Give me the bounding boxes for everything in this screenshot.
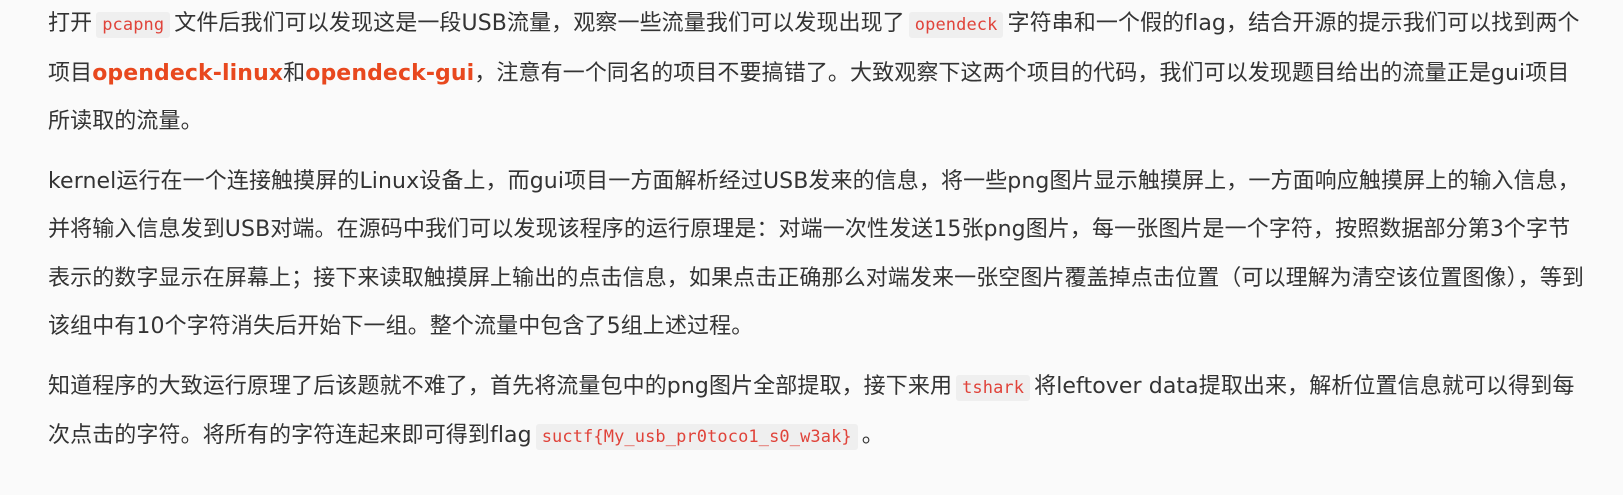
paragraph-1: 打开 pcapng 文件后我们可以发现这是一段USB流量，观察一些流量我们可以发现出… (48, 0, 1588, 147)
p1-text-1: 打开 (48, 11, 93, 36)
paragraph-3: 知道程序的大致运行原理了后该题就不难了，首先将流量包中的png图片全部提取，接下… (48, 363, 1588, 462)
paragraph-2: kernel运行在一个连接触摸屏的Linux设备上，而gui项目一方面解析经过U… (48, 158, 1588, 352)
p2-text: kernel运行在一个连接触摸屏的Linux设备上，而gui项目一方面解析经过U… (48, 168, 1585, 340)
inline-code-tshark: tshark (956, 374, 1031, 401)
p3-text-3: 。 (861, 423, 884, 448)
p1-text-2: 文件后我们可以发现这是一段USB流量，观察一些流量我们可以发现出现了 (174, 11, 905, 36)
inline-code-pcapng: pcapng (96, 12, 171, 38)
link-opendeck-gui[interactable]: opendeck-gui (305, 61, 474, 86)
inline-code-flag: suctf{My_usb_pr0toco1_s0_w3ak} (535, 424, 858, 450)
article-body: 打开 pcapng 文件后我们可以发现这是一段USB流量，观察一些流量我们可以发现出… (48, 0, 1588, 462)
inline-code-opendeck: opendeck (908, 12, 1004, 38)
link-opendeck-linux[interactable]: opendeck-linux (92, 61, 283, 86)
p1-text-4: 和 (283, 60, 306, 86)
p3-text-1: 知道程序的大致运行原理了后该题就不难了，首先将流量包中的png图片全部提取，接下… (48, 373, 953, 399)
